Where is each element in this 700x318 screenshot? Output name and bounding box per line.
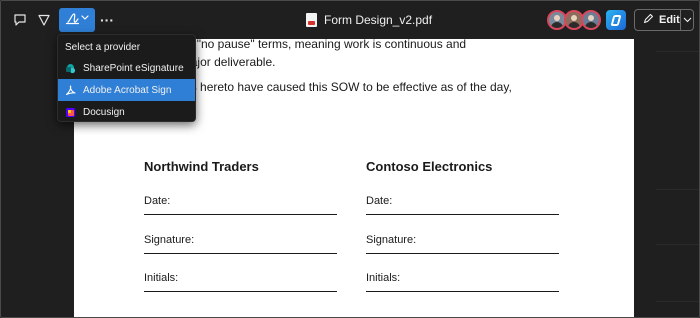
field-label: Date: <box>366 195 393 207</box>
file-title-group: Form Design_v2.pdf <box>306 11 432 29</box>
edit-main-button[interactable]: Edit <box>635 10 681 30</box>
date-field[interactable]: Date: <box>366 195 559 215</box>
field-label: Date: <box>144 195 171 207</box>
pencil-icon <box>643 13 654 27</box>
field-label: Initials: <box>366 272 401 284</box>
edit-label: Edit <box>659 14 680 26</box>
app-window: ··· Form Design_v2.pdf Edit lectronics w… <box>0 0 700 318</box>
field-label: Signature: <box>366 234 417 246</box>
pdf-file-icon <box>306 13 317 27</box>
divider <box>656 189 699 190</box>
divider <box>656 301 699 302</box>
side-pane <box>641 39 699 317</box>
menu-item-label: SharePoint eSignature <box>83 62 184 74</box>
loop-icon[interactable] <box>606 10 626 30</box>
menu-item-sharepoint-esignature[interactable]: SharePoint eSignature <box>58 57 195 79</box>
divider <box>656 244 699 245</box>
party-name-northwind: Northwind Traders <box>144 159 259 174</box>
provider-menu: Select a provider SharePoint eSignature … <box>57 34 196 122</box>
menu-item-docusign[interactable]: Docusign <box>58 101 195 123</box>
field-label: Initials: <box>144 272 179 284</box>
menu-item-label: Docusign <box>83 106 125 118</box>
sharepoint-icon <box>65 63 76 74</box>
signature-field[interactable]: Signature: <box>144 234 337 254</box>
comment-icon[interactable] <box>9 8 31 32</box>
avatar[interactable] <box>581 10 601 30</box>
date-field[interactable]: Date: <box>144 195 337 215</box>
initials-field[interactable]: Initials: <box>144 272 337 292</box>
signature-pen-icon <box>65 11 89 30</box>
divider <box>656 51 699 52</box>
collaborator-avatars[interactable] <box>547 10 601 30</box>
more-options-button[interactable]: ··· <box>97 8 117 32</box>
initials-field[interactable]: Initials: <box>366 272 559 292</box>
edit-button[interactable]: Edit <box>634 9 694 31</box>
filter-icon[interactable] <box>33 8 55 32</box>
signature-field[interactable]: Signature: <box>366 234 559 254</box>
menu-item-adobe-acrobat-sign[interactable]: Adobe Acrobat Sign <box>58 79 195 101</box>
acrobat-icon <box>65 84 76 96</box>
menu-header: Select a provider <box>65 42 141 53</box>
sign-button[interactable] <box>59 8 95 32</box>
field-label: Signature: <box>144 234 195 246</box>
chevron-down-icon[interactable] <box>681 10 693 30</box>
file-title: Form Design_v2.pdf <box>324 13 433 27</box>
docusign-icon <box>65 107 76 118</box>
party-name-contoso: Contoso Electronics <box>366 159 493 174</box>
menu-item-label: Adobe Acrobat Sign <box>83 84 172 96</box>
